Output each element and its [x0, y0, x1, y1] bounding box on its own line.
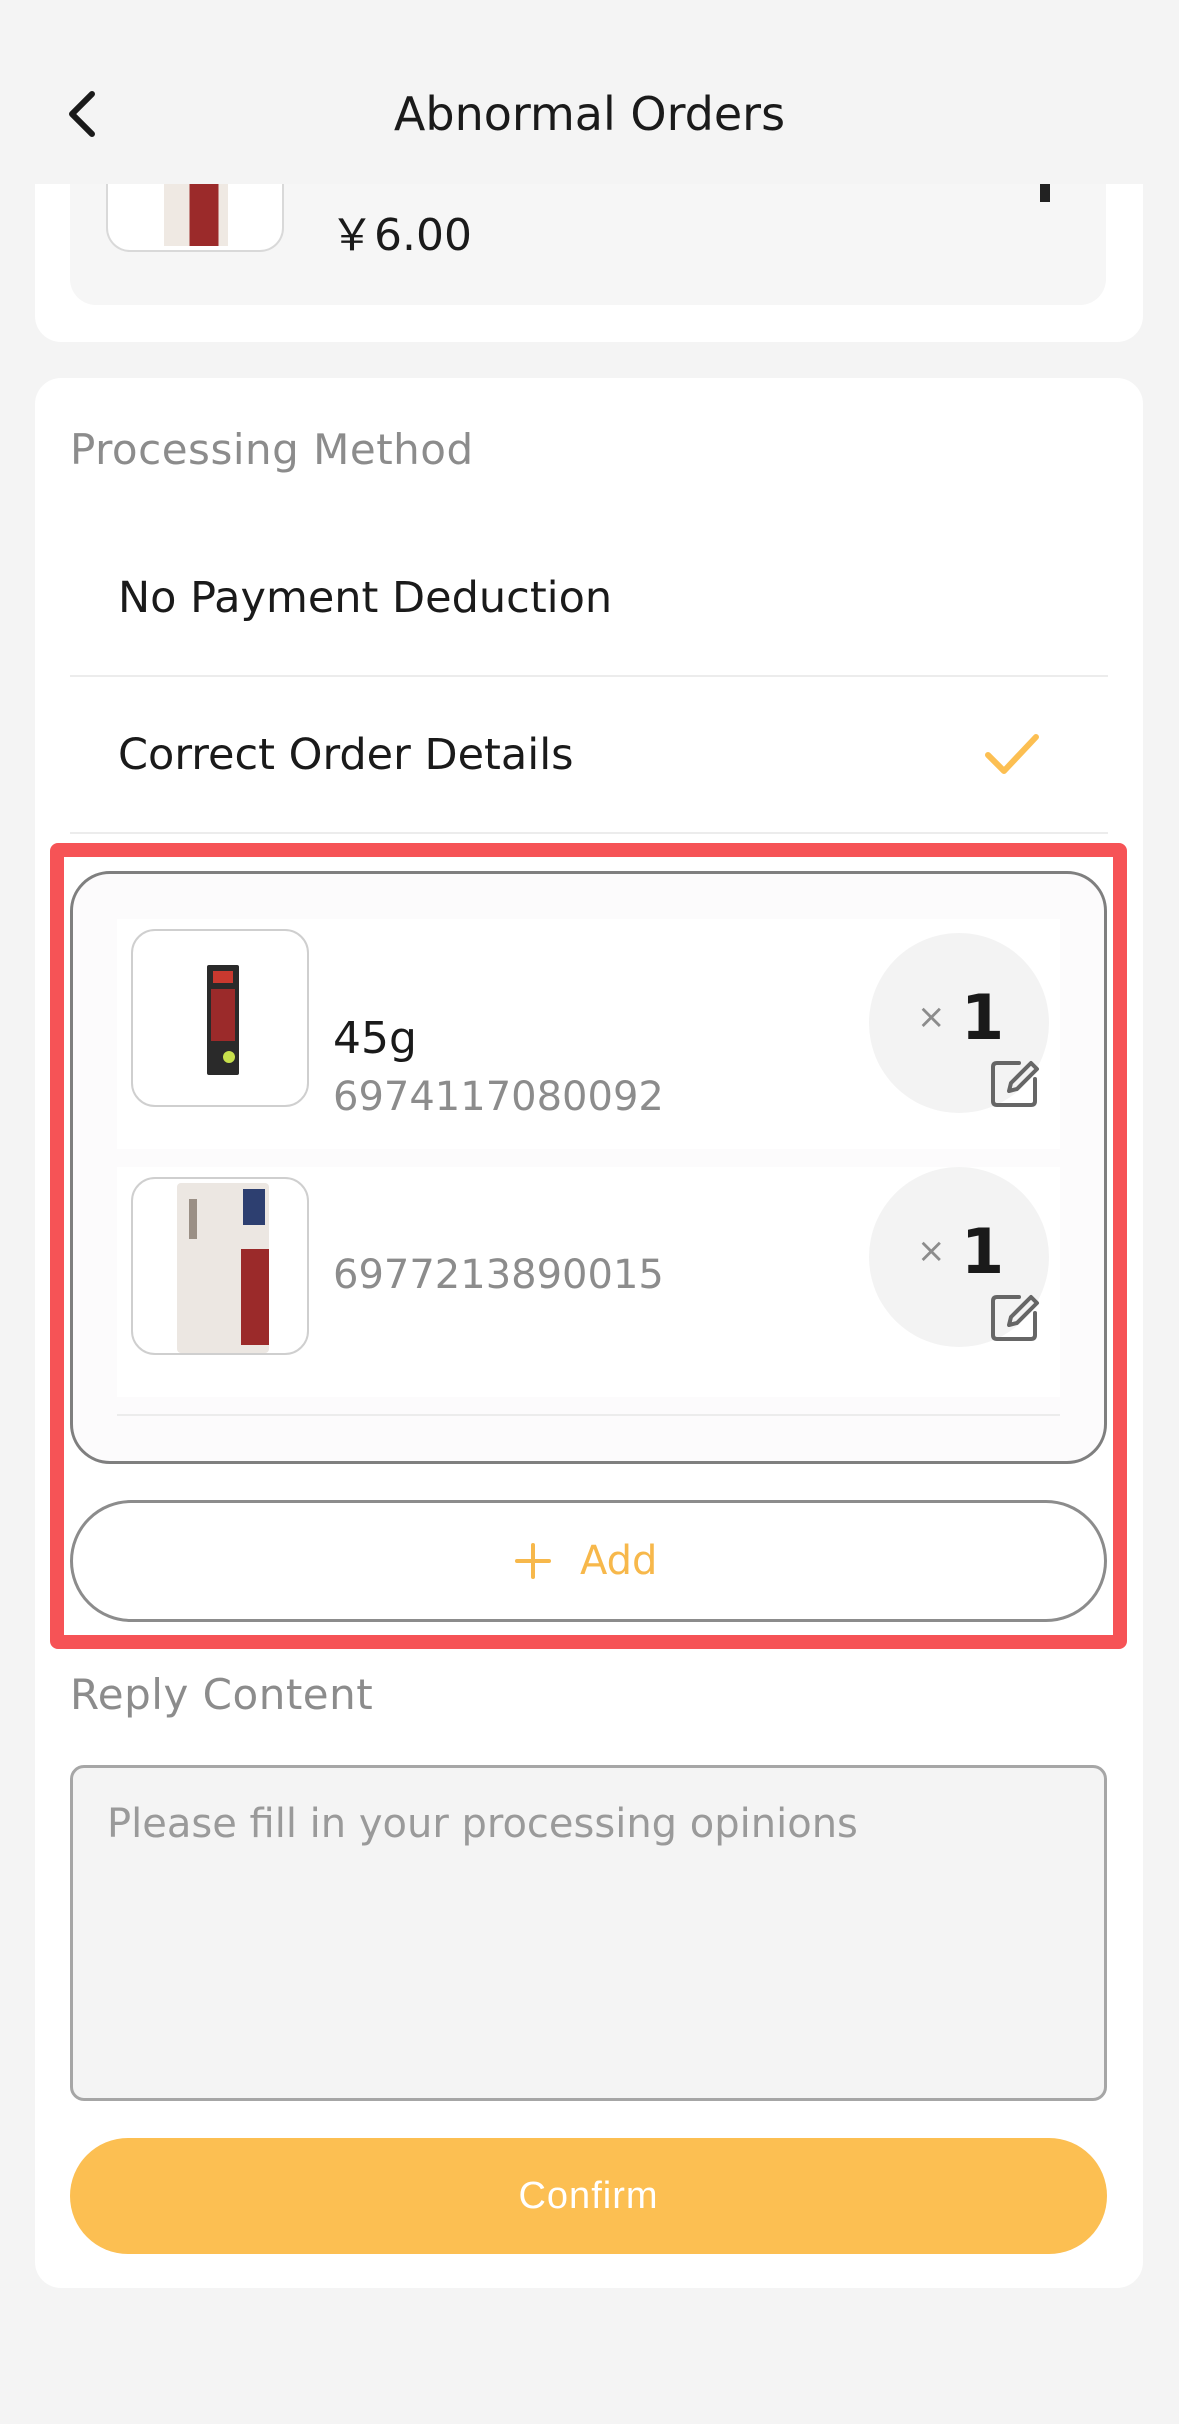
plus-icon [515, 1543, 551, 1579]
option-correct-order-details[interactable]: Correct Order Details [70, 677, 1108, 834]
quantity-control: × 1 [869, 1167, 1049, 1347]
processing-method-label: Processing Method [70, 425, 474, 474]
reply-content-label: Reply Content [70, 1670, 374, 1719]
nav-bar: Abnormal Orders [0, 0, 1179, 184]
product-image [131, 929, 309, 1107]
list-item: 6977213890015 × 1 [117, 1167, 1060, 1397]
edit-icon[interactable] [989, 1291, 1041, 1343]
product-image [131, 1177, 309, 1355]
option-label: Correct Order Details [118, 730, 574, 780]
reply-input[interactable] [73, 1768, 1104, 2098]
quantity-control: × 1 [869, 933, 1049, 1113]
add-button[interactable]: Add [70, 1500, 1107, 1622]
order-items-list: 45g 6974117080092 × 1 6977213890015 × 1 [70, 871, 1107, 1464]
add-button-label: Add [580, 1538, 658, 1584]
divider [117, 1414, 1060, 1416]
edit-icon[interactable] [989, 1057, 1041, 1109]
reply-field[interactable] [70, 1765, 1107, 2101]
quantity-value: 1 [961, 1215, 1005, 1288]
check-icon [985, 734, 1039, 774]
page-title: Abnormal Orders [393, 87, 786, 141]
quantity-prefix: × [917, 997, 946, 1037]
quantity-value: 1 [961, 981, 1005, 1054]
option-no-payment-deduction[interactable]: No Payment Deduction [70, 520, 1108, 677]
confirm-button-label: Confirm [518, 2175, 659, 2217]
item-price: ￥6.00 [330, 210, 472, 261]
quantity-prefix: × [917, 1231, 946, 1271]
product-barcode: 6977213890015 [333, 1252, 664, 1298]
list-item: 45g 6974117080092 × 1 [117, 919, 1060, 1149]
confirm-button[interactable]: Confirm [70, 2138, 1107, 2254]
option-label: No Payment Deduction [118, 573, 613, 623]
product-barcode: 6974117080092 [333, 1074, 664, 1120]
product-name: 45g [333, 1013, 417, 1064]
